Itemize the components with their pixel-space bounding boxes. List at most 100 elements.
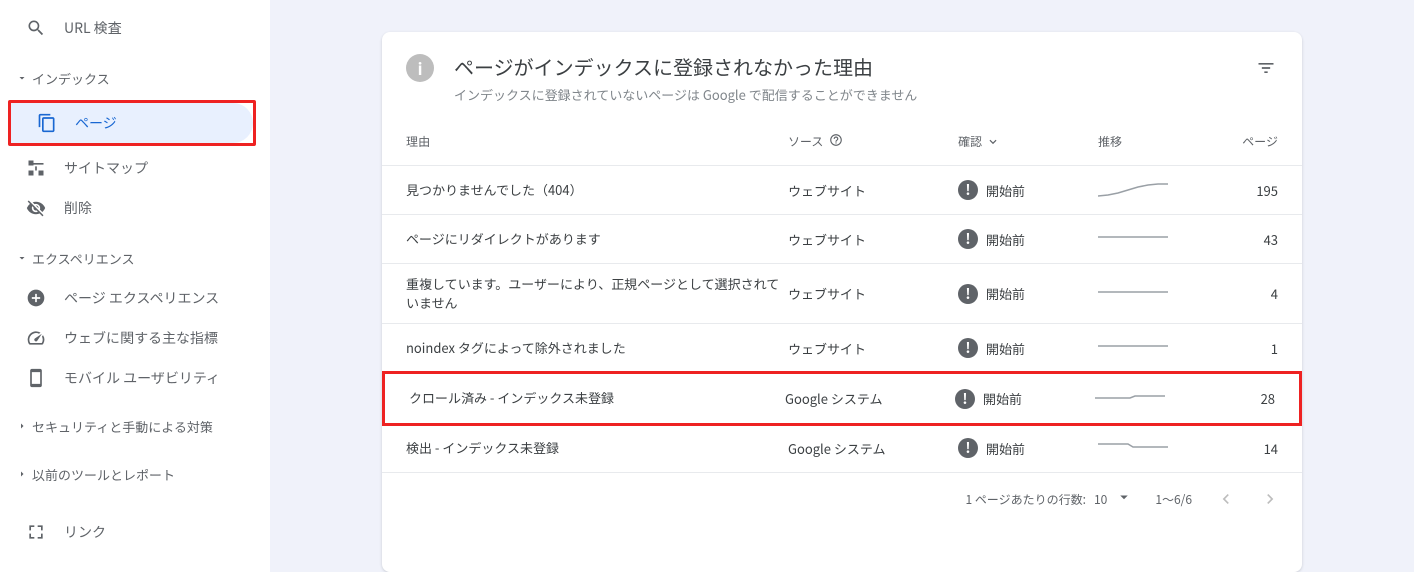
sidebar-item-links[interactable]: リンク [0,512,256,552]
chevron-down-icon [16,252,32,264]
cell-source: ウェブサイト [788,230,958,249]
confirm-text: 開始前 [986,181,1025,200]
table-row[interactable]: ページにリダイレクトがありますウェブサイト! 開始前 43 [382,215,1302,264]
sitemap-icon [24,156,48,180]
cell-source: ウェブサイト [788,284,958,303]
th-pages[interactable]: ページ [1208,133,1278,150]
sidebar-item-removals[interactable]: 削除 [0,188,256,228]
cell-pages: 195 [1208,181,1278,200]
cell-trend [1098,336,1208,360]
cell-reason: 重複しています。ユーザーにより、正規ページとして選択されていません [406,275,788,311]
table-body: 見つかりませんでした（404）ウェブサイト!開始前195ページにリダイレクトがあ… [382,166,1302,473]
table-footer: 1 ページあたりの行数: 10 1～6/6 [382,473,1302,525]
card-header-texts: ページがインデックスに登録されなかった理由 インデックスに登録されていないページ… [454,52,1254,104]
visibility-off-icon [24,196,48,220]
reasons-table: 理由 ソース 確認 推移 ページ 見つかりませんでした（404）ウェブサイト!開… [382,118,1302,525]
confirm-text: 開始前 [986,230,1025,249]
warning-icon: ! [958,229,978,249]
sidebar-label: モバイル ユーザビリティ [64,368,220,388]
table-row[interactable]: 検出 - インデックス未登録Google システム!開始前14 [382,424,1302,473]
speed-icon [24,326,48,350]
sidebar-item-pages[interactable]: ページ [11,103,253,143]
sidebar-group-label: 以前のツールとレポート [32,465,175,484]
cell-source: Google システム [788,439,958,458]
sidebar-item-core-vitals[interactable]: ウェブに関する主な指標 [0,318,256,358]
th-reason[interactable]: 理由 [406,133,788,150]
th-trend[interactable]: 推移 [1098,133,1208,150]
dropdown-icon[interactable] [1115,488,1133,510]
sidebar-item-url-inspect[interactable]: URL 検査 [0,8,256,48]
sidebar-item-sitemaps[interactable]: サイトマップ [0,148,256,188]
confirm-text: 開始前 [983,389,1022,408]
prev-page-button[interactable] [1214,487,1238,511]
sidebar: URL 検査 インデックス ページ サイトマップ 削除 [0,0,270,572]
table-row[interactable]: 見つかりませんでした（404）ウェブサイト!開始前195 [382,166,1302,215]
confirm-text: 開始前 [986,284,1025,303]
sidebar-group-legacy[interactable]: 以前のツールとレポート [0,454,270,494]
sidebar-group-index[interactable]: インデックス [0,58,270,98]
cell-trend [1098,282,1208,306]
chevron-down-icon [16,72,32,84]
report-card: i ページがインデックスに登録されなかった理由 インデックスに登録されていないペ… [382,32,1302,572]
filter-button[interactable] [1254,56,1278,80]
smartphone-icon [24,366,48,390]
table-row[interactable]: クロール済み - インデックス未登録Google システム!開始前28 [385,374,1299,423]
cell-confirm: !開始前 [958,438,1098,458]
arrow-down-icon [986,133,1000,151]
cell-source: ウェブサイト [788,181,958,200]
warning-icon: ! [958,284,978,304]
search-icon [24,16,48,40]
link-icon [24,520,48,544]
cell-pages: 1 [1208,339,1278,358]
sidebar-label: ページ [75,113,117,133]
cell-reason: ページにリダイレクトがあります [406,230,788,248]
sidebar-label: サイトマップ [64,158,148,178]
warning-icon: ! [958,438,978,458]
chevron-right-icon [16,468,32,480]
highlight-sidebar-pages: ページ [8,100,256,146]
th-confirm[interactable]: 確認 [958,133,1098,151]
cell-trend [1098,178,1208,202]
cell-reason: クロール済み - インデックス未登録 [409,389,785,407]
sidebar-group-experience[interactable]: エクスペリエンス [0,238,270,278]
pagination-nav [1214,487,1282,511]
card-header: i ページがインデックスに登録されなかった理由 インデックスに登録されていないペ… [382,32,1302,118]
rows-per-page: 1 ページあたりの行数: 10 [966,488,1134,510]
sparkline [1098,227,1168,247]
warning-icon: ! [955,389,975,409]
info-icon: i [406,54,434,82]
th-source-label: ソース [788,133,823,150]
cell-confirm: ! 開始前 [958,284,1098,304]
sidebar-label: ページ エクスペリエンス [64,288,219,308]
th-source[interactable]: ソース [788,133,958,151]
table-row[interactable]: 重複しています。ユーザーにより、正規ページとして選択されていませんウェブサイト!… [382,264,1302,324]
table-header: 理由 ソース 確認 推移 ページ [382,118,1302,166]
cell-pages: 28 [1205,389,1275,408]
sidebar-group-label: エクスペリエンス [32,249,134,268]
sidebar-label: URL 検査 [64,18,122,38]
cell-confirm: ! 開始前 [955,389,1095,409]
sidebar-item-page-experience[interactable]: ページ エクスペリエンス [0,278,256,318]
sparkline [1095,387,1165,407]
cell-trend [1098,436,1208,460]
next-page-button[interactable] [1258,487,1282,511]
card-title: ページがインデックスに登録されなかった理由 [454,52,1254,81]
rows-per-page-label: 1 ページあたりの行数: [966,491,1086,508]
sidebar-group-security[interactable]: セキュリティと手動による対策 [0,406,270,446]
chevron-right-icon [16,420,32,432]
sparkline [1098,436,1168,456]
cell-trend [1098,227,1208,251]
sidebar-index-children: ページ サイトマップ 削除 [0,100,270,228]
sidebar-label: リンク [64,522,106,542]
cell-reason: 検出 - インデックス未登録 [406,439,788,457]
cell-source: ウェブサイト [788,339,958,358]
cell-pages: 4 [1208,284,1278,303]
warning-icon: ! [958,338,978,358]
th-confirm-label: 確認 [958,133,982,150]
sidebar-item-mobile-usability[interactable]: モバイル ユーザビリティ [0,358,256,398]
cell-pages: 43 [1208,230,1278,249]
table-row[interactable]: noindex タグによって除外されましたウェブサイト!開始前1 [382,324,1302,373]
highlight-row: クロール済み - インデックス未登録Google システム!開始前28 [382,371,1302,426]
cell-reason: 見つかりませんでした（404） [406,181,788,199]
rows-per-page-value[interactable]: 10 [1094,491,1107,508]
